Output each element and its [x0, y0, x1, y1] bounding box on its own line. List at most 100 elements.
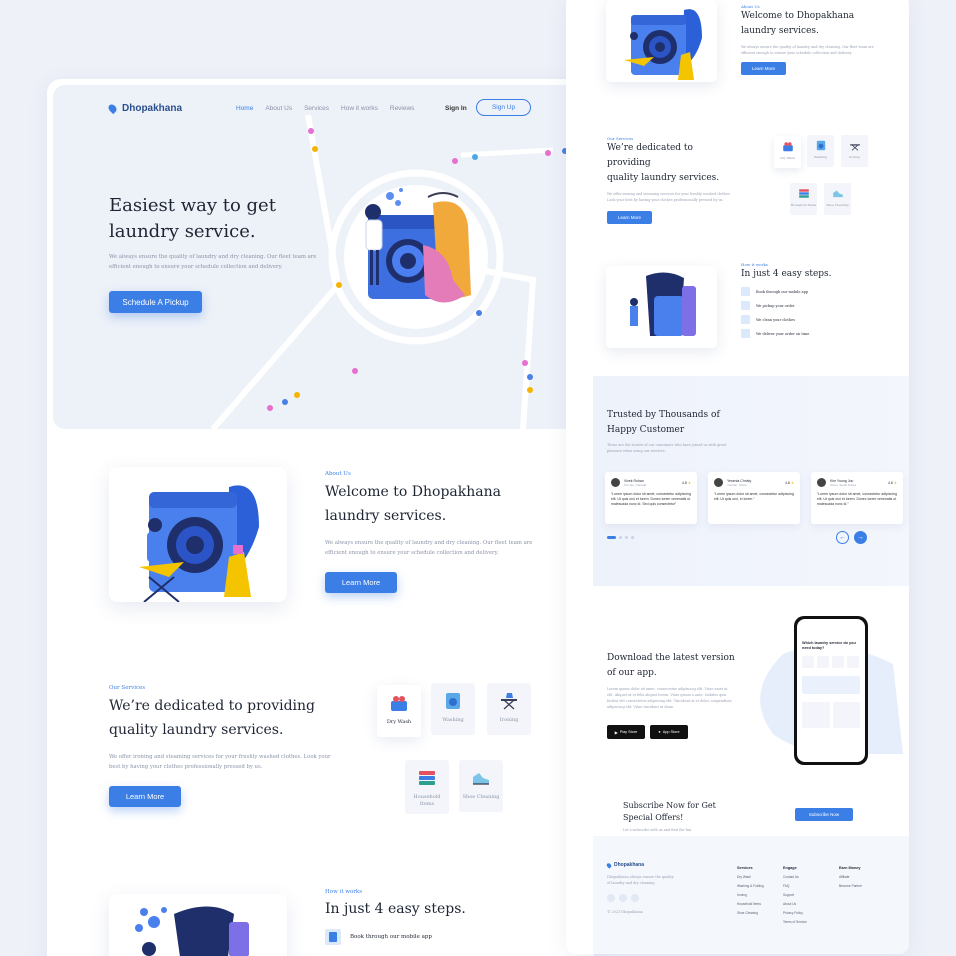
preview-service-shoe[interactable]: Shoe Cleaning — [824, 183, 851, 215]
phone-service-tile[interactable] — [847, 656, 859, 668]
about-learn-more-button[interactable]: Learn More — [325, 572, 397, 593]
step-item: We deliver your order on time — [741, 329, 881, 338]
app-store-button[interactable]: ● App Store — [650, 725, 688, 739]
schedule-pickup-button[interactable]: Schedule A Pickup — [109, 291, 202, 313]
washing-icon — [741, 315, 750, 324]
footer-link[interactable]: Become Partner — [839, 882, 862, 891]
steps-title: In just 4 easy steps. — [325, 901, 466, 917]
service-card-washing[interactable]: Washing — [431, 683, 475, 735]
carousel-dot[interactable] — [625, 536, 628, 539]
nav-how-it-works[interactable]: How it works — [341, 105, 378, 112]
step-item: We clean your clothes — [741, 315, 881, 324]
play-store-button[interactable]: ▶ Play Store — [607, 725, 645, 739]
mobile-app-icon — [741, 287, 750, 296]
testimonials-title-line-1: Trusted by Thousands of — [607, 410, 720, 420]
preview-about-learn-more-button[interactable]: Learn More — [741, 62, 786, 75]
footer-link[interactable]: Affiliate — [839, 873, 862, 882]
hero-title: Easiest way to get laundry service. — [109, 193, 319, 245]
copyright: © 2021 Dhopakhana — [607, 910, 643, 914]
instagram-icon[interactable] — [631, 894, 639, 902]
step-item: We pickup your order — [741, 301, 881, 310]
subscribe-section: Subscribe Now for Get Special Offers! Le… — [621, 798, 881, 836]
delivery-icon — [741, 329, 750, 338]
avatar — [714, 478, 723, 487]
footer-link[interactable]: About Us — [783, 900, 807, 909]
facebook-icon[interactable] — [607, 894, 615, 902]
steps-section: How it works In just 4 easy steps. Book … — [325, 889, 545, 945]
preview-steps-section: How it works In just 4 easy steps. Book … — [741, 262, 881, 338]
phone-service-tile[interactable] — [817, 656, 829, 668]
footer-link[interactable]: Contact Us — [783, 873, 807, 882]
nav-services[interactable]: Services — [304, 105, 329, 112]
footer-column-services: Services Dry Wash Washing & Folding Iron… — [737, 864, 764, 918]
pickup-truck-icon — [741, 301, 750, 310]
apple-icon: ● — [658, 730, 661, 734]
sign-up-button[interactable]: Sign Up — [476, 99, 531, 116]
brand-logo[interactable]: Dhopakhana — [106, 102, 182, 115]
sign-in-link[interactable]: Sign In — [445, 105, 467, 112]
folded-clothes-icon — [798, 189, 809, 198]
preview-services-learn-more-button[interactable]: Learn More — [607, 211, 652, 224]
nav-about[interactable]: About Us — [265, 105, 292, 112]
service-card-ironing[interactable]: Ironing — [487, 683, 531, 735]
services-learn-more-button[interactable]: Learn More — [109, 786, 181, 807]
carousel-dot-active[interactable] — [607, 536, 616, 539]
carousel-prev-icon[interactable]: ← — [836, 531, 849, 544]
twitter-icon[interactable] — [619, 894, 627, 902]
nav-home[interactable]: Home — [236, 105, 253, 112]
step-label: Book through our mobile app — [350, 934, 432, 940]
services-title: We’re dedicated to providing quality lau… — [109, 694, 339, 742]
star-icon: ★ — [687, 480, 691, 485]
testimonial-author: Kim Young Jou Seoul, South Korea — [830, 479, 856, 487]
footer-link[interactable]: Household Items — [737, 900, 764, 909]
phone-card[interactable] — [802, 702, 830, 728]
about-label: About Us — [325, 471, 351, 477]
footer-column-heading: Earn Money — [839, 866, 861, 870]
carousel-next-icon[interactable]: → — [854, 531, 867, 544]
phone-card[interactable] — [832, 702, 860, 728]
carousel-dot[interactable] — [631, 536, 634, 539]
subscribe-title-line-1: Subscribe Now for Get — [623, 801, 716, 810]
app-store-label: App Store — [662, 730, 680, 734]
phone-promo-banner[interactable] — [802, 676, 860, 694]
preview-service-washing[interactable]: Washing — [807, 135, 834, 167]
footer-link[interactable]: Privacy Policy — [783, 909, 807, 918]
detergent-illustration — [135, 906, 249, 956]
author-name: Vivek Rohan — [624, 478, 644, 483]
rating: 4.8 ★ — [888, 481, 897, 485]
author-role: Toronto, Canada — [624, 482, 647, 487]
phone-service-tile[interactable] — [802, 656, 814, 668]
preview-service-ironing[interactable]: Ironing — [841, 135, 868, 167]
service-label: Washing — [814, 155, 827, 159]
service-card-shoe-cleaning[interactable]: Shoe Cleaning — [459, 760, 503, 812]
service-card-household-items[interactable]: Household Items — [405, 760, 449, 814]
star-icon: ★ — [790, 480, 794, 485]
mobile-app-icon — [325, 929, 341, 945]
preview-service-household[interactable]: Household Items — [790, 183, 817, 215]
preview-service-dry-wash[interactable]: Dry Wash — [774, 136, 801, 168]
footer-link[interactable]: Ironing — [737, 891, 764, 900]
about-title-line-1: Welcome to Dhopakhana — [325, 484, 501, 500]
app-download-section: Download the latest version of our app. … — [593, 594, 909, 794]
carousel-dot[interactable] — [619, 536, 622, 539]
preview-about-title-line-1: Welcome to Dhopakhana — [741, 11, 855, 21]
footer-brand-name: Dhopakhana — [614, 862, 645, 868]
testimonials-description: These are the stories of our customers w… — [607, 443, 727, 453]
step-label: We deliver your order on time — [756, 331, 810, 336]
service-label: Dry Wash — [386, 719, 412, 725]
footer-logo[interactable]: Dhopakhana — [605, 861, 645, 869]
footer-link[interactable]: FAQ — [783, 882, 807, 891]
footer: Dhopakhana Dhopakhana always ensure the … — [593, 836, 909, 954]
phone-heading: Which laundry service do you need today? — [802, 641, 856, 650]
subscribe-now-button[interactable]: Subscribe Now — [795, 808, 853, 821]
nav-reviews[interactable]: Reviews — [390, 105, 415, 112]
service-card-dry-wash[interactable]: Dry Wash — [377, 685, 421, 737]
footer-link[interactable]: Dry Wash — [737, 873, 764, 882]
footer-link[interactable]: Terms of Service — [783, 918, 807, 927]
footer-link[interactable]: Support — [783, 891, 807, 900]
footer-link[interactable]: Washing & Folding — [737, 882, 764, 891]
step-item: Book through our mobile app — [325, 929, 545, 945]
footer-link[interactable]: Shoe Cleaning — [737, 909, 764, 918]
preview-services-section: Our Services We’re dedicated to providin… — [607, 136, 737, 224]
phone-service-tile[interactable] — [832, 656, 844, 668]
